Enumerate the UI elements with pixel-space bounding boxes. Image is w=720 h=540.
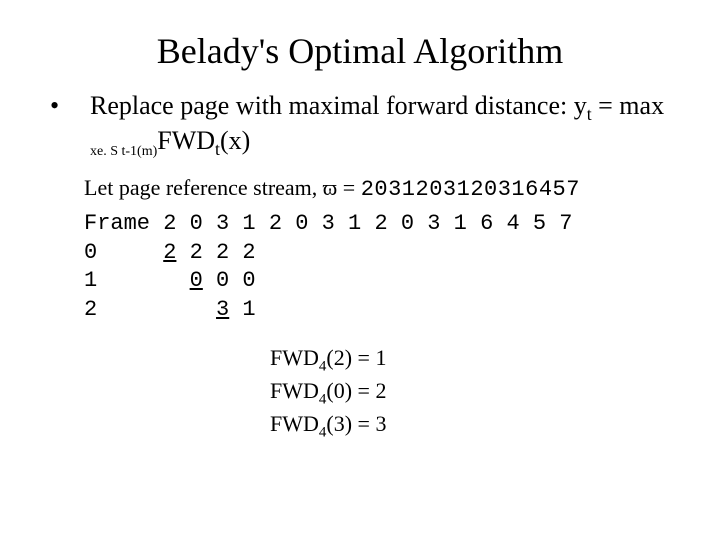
fwd-arg: (0) (326, 378, 352, 403)
fwd-name: FWD (270, 378, 319, 403)
fwd-eq: = (352, 411, 375, 436)
fwd-eq: = (352, 345, 375, 370)
omega-symbol: ϖ (323, 175, 337, 200)
trace-header: Frame 2 0 3 1 2 0 3 1 2 0 3 1 6 4 5 7 (84, 211, 586, 236)
bullet-lead: Replace page with maximal forward distan… (90, 91, 574, 120)
eq-lhs: y (574, 91, 587, 120)
eq-mid: = max (592, 91, 664, 120)
trace-table: Frame 2 0 3 1 2 0 3 1 2 0 3 1 6 4 5 7 0 … (84, 210, 680, 324)
eq-sub-expr: xe. S t-1(m) (90, 144, 157, 159)
fwd-arg: (3) (326, 411, 352, 436)
reference-stream-line: Let page reference stream, ϖ = 203120312… (84, 175, 680, 202)
fwd-row: FWD4(3) = 3 (270, 410, 680, 443)
fwd-val: 1 (375, 345, 386, 370)
fwd-row: FWD4(2) = 1 (270, 344, 680, 377)
stream-value: 2031203120316457 (361, 177, 580, 202)
fwd-arg: (2) (326, 345, 352, 370)
stream-equals: = (337, 175, 360, 200)
fwd-eq: = (352, 378, 375, 403)
fwd-val: 3 (375, 411, 386, 436)
trace-row: 1 0 0 0 (84, 268, 269, 293)
trace-row: 2 3 1 (84, 297, 269, 322)
fwd-val: 2 (375, 378, 386, 403)
eq-rhs: FWD (157, 126, 215, 155)
fwd-name: FWD (270, 411, 319, 436)
fwd-name: FWD (270, 345, 319, 370)
bullet-dot: • (70, 90, 90, 123)
stream-prefix: Let page reference stream, (84, 175, 323, 200)
eq-rhs-tail: (x) (220, 126, 250, 155)
fwd-block: FWD4(2) = 1 FWD4(0) = 2 FWD4(3) = 3 (270, 344, 680, 442)
slide-title: Belady's Optimal Algorithm (40, 30, 680, 72)
bullet-item: •Replace page with maximal forward dista… (70, 90, 680, 161)
fwd-row: FWD4(0) = 2 (270, 377, 680, 410)
slide: Belady's Optimal Algorithm •Replace page… (0, 0, 720, 463)
trace-row: 0 2 2 2 2 (84, 240, 269, 265)
